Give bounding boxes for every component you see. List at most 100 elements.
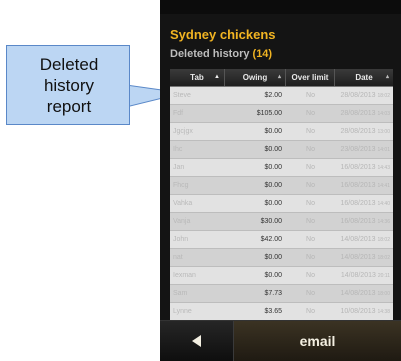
table-row[interactable]: Fhcg $0.00 No 16/08/2013 14:41 xyxy=(170,177,393,195)
cell-owing: $0.00 xyxy=(264,254,282,261)
time-text: 14:36 xyxy=(377,219,390,225)
cell-over-limit: No xyxy=(306,128,315,135)
cell-owing: $0.00 xyxy=(264,200,282,207)
cell-over-limit: No xyxy=(306,218,315,225)
cell-over-limit: No xyxy=(306,290,315,297)
cell-tab: Iexman xyxy=(173,272,196,279)
phone-screen: Sydney chickens Deleted history (14) Tab… xyxy=(160,0,401,361)
cell-tab: Fdf xyxy=(173,110,184,117)
time-text: 18:02 xyxy=(377,237,390,243)
table-row[interactable]: Steve $2.00 No 28/08/2013 18:02 xyxy=(170,87,393,105)
cell-date: 14/08/2013 18:00 xyxy=(335,285,393,302)
column-header-label: Over limit xyxy=(291,73,329,82)
cell-owing: $42.00 xyxy=(260,236,282,243)
cell-tab: Jgcjgx xyxy=(173,128,193,135)
history-count: (14) xyxy=(252,48,273,60)
status-bar xyxy=(160,0,401,14)
time-text: 18:00 xyxy=(377,291,390,297)
email-button[interactable]: email xyxy=(234,321,401,361)
cell-over-limit: No xyxy=(306,164,315,171)
column-header-over-limit[interactable]: Over limit xyxy=(286,69,335,86)
cell-tab: John xyxy=(173,236,189,243)
callout: Deleted history report xyxy=(0,45,184,125)
callout-text: Deleted history report xyxy=(7,54,131,117)
app-title: Sydney chickens xyxy=(170,27,276,42)
time-text: 18:02 xyxy=(377,93,390,99)
column-header-owing[interactable]: Owing ▴ xyxy=(225,69,286,86)
date-text: 14/08/2013 xyxy=(340,290,376,297)
cell-over-limit: No xyxy=(306,200,315,207)
back-button[interactable] xyxy=(160,321,234,361)
history-table: Tab ▲ Owing ▴ Over limit Date ▴ Steve $2… xyxy=(170,69,393,331)
cell-tab: Jan xyxy=(173,164,185,171)
time-text: 13:00 xyxy=(377,129,390,135)
subtitle-text: Deleted history xyxy=(170,48,250,60)
callout-line: Deleted xyxy=(39,55,99,74)
cell-owing: $2.00 xyxy=(264,92,282,99)
table-row[interactable]: nat $0.00 No 14/08/2013 18:02 xyxy=(170,249,393,267)
cell-date: 28/08/2013 13:00 xyxy=(335,123,393,140)
cell-tab: Steve xyxy=(173,92,191,99)
cell-owing: $105.00 xyxy=(256,110,282,117)
table-row[interactable]: Jan $0.00 No 16/08/2013 14:43 xyxy=(170,159,393,177)
back-arrow-icon xyxy=(191,335,201,347)
table-row[interactable]: Vahka $0.00 No 16/08/2013 14:40 xyxy=(170,195,393,213)
cell-owing: $3.65 xyxy=(264,308,282,315)
column-header-tab[interactable]: Tab ▲ xyxy=(170,69,225,86)
date-text: 14/08/2013 xyxy=(340,254,376,261)
cell-owing: $7.73 xyxy=(264,290,282,297)
cell-date: 16/08/2013 14:43 xyxy=(335,159,393,176)
table-row[interactable]: Fdf $105.00 No 28/08/2013 14:03 xyxy=(170,105,393,123)
date-text: 28/08/2013 xyxy=(340,110,376,117)
date-text: 16/08/2013 xyxy=(340,164,376,171)
cell-date: 23/08/2013 14:01 xyxy=(335,141,393,158)
table-row[interactable]: Sam $7.73 No 14/08/2013 18:00 xyxy=(170,285,393,303)
cell-owing: $0.00 xyxy=(264,272,282,279)
time-text: 18:02 xyxy=(377,255,390,261)
callout-line: history xyxy=(43,76,95,95)
time-text: 14:40 xyxy=(377,201,390,207)
table-body: Steve $2.00 No 28/08/2013 18:02 Fdf $105… xyxy=(170,87,393,321)
table-header: Tab ▲ Owing ▴ Over limit Date ▴ xyxy=(170,69,393,87)
cell-date: 28/08/2013 18:02 xyxy=(335,87,393,104)
column-header-label: Date xyxy=(355,73,373,82)
cell-owing: $0.00 xyxy=(264,146,282,153)
time-text: 14:01 xyxy=(377,147,390,153)
cell-date: 10/08/2013 14:38 xyxy=(335,303,393,320)
sort-icon: ▴ xyxy=(277,74,281,80)
table-row[interactable]: Lynne $3.65 No 10/08/2013 14:38 xyxy=(170,303,393,321)
cell-tab: Sam xyxy=(173,290,188,297)
table-row[interactable]: Ihc $0.00 No 23/08/2013 14:01 xyxy=(170,141,393,159)
date-text: 23/08/2013 xyxy=(340,146,376,153)
cell-tab: Fhcg xyxy=(173,182,189,189)
table-row[interactable]: Jgcjgx $0.00 No 28/08/2013 13:00 xyxy=(170,123,393,141)
date-text: 28/08/2013 xyxy=(340,92,376,99)
cell-over-limit: No xyxy=(306,308,315,315)
cell-over-limit: No xyxy=(306,110,315,117)
cell-date: 14/08/2013 18:02 xyxy=(335,231,393,248)
table-row[interactable]: Iexman $0.00 No 14/08/2013 20:11 xyxy=(170,267,393,285)
cell-owing: $0.00 xyxy=(264,128,282,135)
date-text: 16/08/2013 xyxy=(340,218,376,225)
cell-date: 28/08/2013 14:03 xyxy=(335,105,393,122)
date-text: 14/08/2013 xyxy=(340,236,376,243)
column-header-date[interactable]: Date ▴ xyxy=(335,69,393,86)
cell-over-limit: No xyxy=(306,272,315,279)
cell-owing: $30.00 xyxy=(260,218,282,225)
cell-tab: Lynne xyxy=(173,308,192,315)
bottom-toolbar: email xyxy=(160,320,401,361)
cell-owing: $0.00 xyxy=(264,182,282,189)
time-text: 14:41 xyxy=(377,183,390,189)
cell-over-limit: No xyxy=(306,182,315,189)
table-row[interactable]: John $42.00 No 14/08/2013 18:02 xyxy=(170,231,393,249)
date-text: 16/08/2013 xyxy=(340,182,376,189)
cell-tab: nat xyxy=(173,254,183,261)
cell-date: 14/08/2013 18:02 xyxy=(335,249,393,266)
date-text: 16/08/2013 xyxy=(340,200,376,207)
table-row[interactable]: Vanja $30.00 No 16/08/2013 14:36 xyxy=(170,213,393,231)
cell-tab: Vanja xyxy=(173,218,191,225)
cell-date: 14/08/2013 20:11 xyxy=(335,267,393,284)
cell-tab: Ihc xyxy=(173,146,183,153)
cell-over-limit: No xyxy=(306,236,315,243)
date-text: 28/08/2013 xyxy=(340,128,376,135)
